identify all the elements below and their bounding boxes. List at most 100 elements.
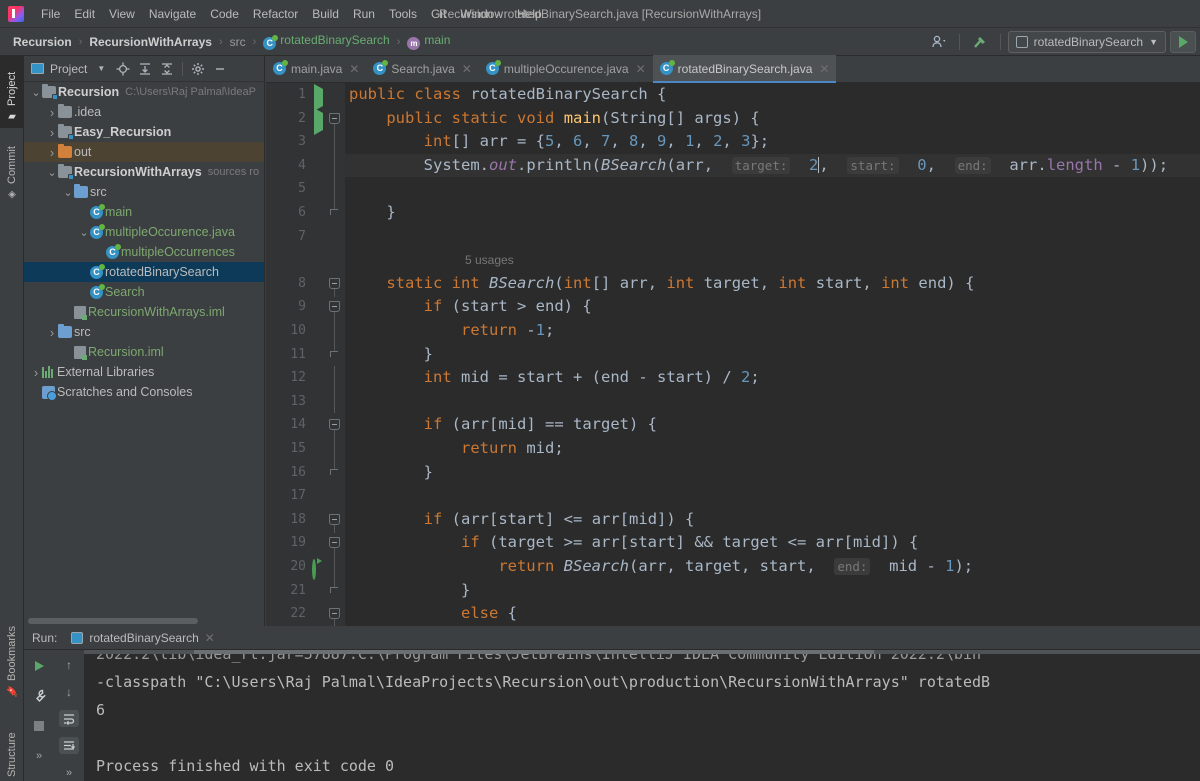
gear-icon[interactable] — [188, 59, 208, 79]
chevron-right-icon[interactable]: › — [46, 145, 58, 160]
hammer-icon[interactable] — [967, 31, 993, 53]
run-configuration-selector[interactable]: rotatedBinarySearch ▼ — [1007, 31, 1166, 53]
tree-item-main[interactable]: Cmain — [24, 202, 264, 222]
more-icon-right[interactable]: » — [59, 764, 79, 781]
console-top-scrollbar[interactable] — [84, 650, 1200, 654]
close-icon[interactable]: ✕ — [349, 62, 359, 76]
tree-item-src[interactable]: › src — [24, 322, 264, 342]
chevron-down-icon[interactable]: ⌄ — [62, 186, 74, 199]
soft-wrap-icon[interactable] — [59, 710, 79, 727]
code-line[interactable]: if (arr[start] <= arr[mid]) { — [345, 508, 1200, 532]
tree-item-out[interactable]: › out — [24, 142, 264, 162]
fold-end-icon[interactable] — [330, 209, 338, 215]
chevron-right-icon[interactable]: › — [46, 105, 58, 120]
breadcrumb-item-recursion[interactable]: Recursion — [10, 34, 75, 50]
chevron-down-icon[interactable]: ⌄ — [46, 166, 58, 179]
code-line[interactable] — [345, 225, 1200, 249]
code-line[interactable] — [345, 177, 1200, 201]
menu-item-view[interactable]: View — [102, 4, 142, 24]
close-icon[interactable]: ✕ — [205, 631, 215, 645]
fold-collapse-icon[interactable] — [329, 419, 340, 431]
fold-collapse-icon[interactable] — [329, 608, 340, 620]
code-editor[interactable]: 1234567891011121314151617181920212223 pu… — [266, 83, 1200, 626]
rerun-icon[interactable] — [29, 656, 49, 676]
breadcrumb-item-rotatedbinarysearch[interactable]: CrotatedBinarySearch — [260, 32, 392, 51]
account-icon[interactable] — [926, 31, 952, 53]
menu-item-file[interactable]: File — [34, 4, 67, 24]
code-line[interactable]: return mid; — [345, 437, 1200, 461]
print-icon[interactable] — [59, 737, 79, 754]
gutter-recursion-icon[interactable] — [312, 559, 328, 580]
chevron-right-icon[interactable]: › — [30, 365, 42, 380]
run-console-output[interactable]: 2022.2\lib\idea_rt.jar=57887:C:\Program … — [84, 650, 1200, 781]
menu-item-tools[interactable]: Tools — [382, 4, 424, 24]
close-icon[interactable]: ✕ — [819, 62, 829, 76]
code-line[interactable]: if (arr[mid] == target) { — [345, 413, 1200, 437]
scroll-down-icon[interactable]: ↓ — [59, 683, 79, 700]
chevron-down-icon[interactable]: ⌄ — [30, 86, 42, 99]
tree-item-recursionwitharrays-iml[interactable]: RecursionWithArrays.iml — [24, 302, 264, 322]
breadcrumb-item-main[interactable]: m main — [404, 32, 453, 51]
chevron-down-icon[interactable]: ▼ — [91, 59, 111, 79]
tree-item-external-libraries[interactable]: › External Libraries — [24, 362, 264, 382]
tree-item--idea[interactable]: › .idea — [24, 102, 264, 122]
fold-collapse-icon[interactable] — [329, 301, 340, 313]
sidebar-tab-commit[interactable]: ◈ Commit — [0, 134, 24, 206]
stop-icon[interactable] — [29, 716, 49, 736]
editor-code-area[interactable]: public class rotatedBinarySearch { publi… — [345, 83, 1200, 626]
close-icon[interactable]: ✕ — [636, 62, 646, 76]
minimize-icon[interactable] — [210, 59, 230, 79]
settings-wrench-icon[interactable] — [29, 686, 49, 706]
collapse-all-icon[interactable] — [157, 59, 177, 79]
menu-item-help[interactable]: Help — [510, 4, 549, 24]
menu-item-git[interactable]: Git — [424, 4, 453, 24]
fold-collapse-icon[interactable] — [329, 513, 340, 525]
editor-tab-main-java[interactable]: Cmain.java ✕ — [266, 55, 366, 82]
code-line[interactable]: } — [345, 461, 1200, 485]
code-line[interactable]: else { — [345, 602, 1200, 626]
tree-item-easy-recursion[interactable]: › Easy_Recursion — [24, 122, 264, 142]
chevron-right-icon[interactable]: › — [46, 325, 58, 340]
chevron-down-icon[interactable]: ⌄ — [78, 226, 90, 239]
editor-tab-rotatedbinarysearch-java[interactable]: CrotatedBinarySearch.java ✕ — [652, 55, 837, 83]
code-line[interactable]: System.out.println(BSearch(arr, target: … — [345, 153, 1200, 178]
fold-collapse-icon[interactable] — [329, 537, 340, 549]
code-line[interactable]: } — [345, 579, 1200, 603]
menu-item-refactor[interactable]: Refactor — [246, 4, 305, 24]
gutter-run-icon[interactable] — [314, 107, 330, 135]
code-line[interactable]: return -1; — [345, 319, 1200, 343]
code-line[interactable]: public class rotatedBinarySearch { — [345, 83, 1200, 107]
fold-collapse-icon[interactable] — [329, 112, 340, 124]
run-tab[interactable]: rotatedBinarySearch ✕ — [65, 629, 220, 647]
usages-hint[interactable]: 5 usages — [465, 253, 514, 267]
menu-item-navigate[interactable]: Navigate — [142, 4, 203, 24]
menu-item-window[interactable]: Window — [453, 4, 510, 24]
menu-item-run[interactable]: Run — [346, 4, 382, 24]
tree-item-multipleoccurrences[interactable]: CmultipleOccurrences — [24, 242, 264, 262]
scroll-up-icon[interactable]: ↑ — [59, 656, 79, 673]
tree-item-multipleoccurence-java[interactable]: ⌄ CmultipleOccurence.java — [24, 222, 264, 242]
code-line[interactable]: 5 usages — [345, 248, 1200, 272]
expand-all-icon[interactable] — [135, 59, 155, 79]
run-button[interactable] — [1170, 31, 1196, 53]
tree-item-recursion-iml[interactable]: Recursion.iml — [24, 342, 264, 362]
code-line[interactable]: int mid = start + (end - start) / 2; — [345, 366, 1200, 390]
sidebar-tab-structure[interactable]: ▞ Structure — [0, 708, 24, 781]
sidebar-tab-bookmarks[interactable]: 🔖 Bookmarks — [0, 614, 24, 704]
menu-item-code[interactable]: Code — [203, 4, 246, 24]
code-line[interactable]: if (start > end) { — [345, 295, 1200, 319]
project-tree[interactable]: ⌄ Recursion C:\Users\Raj Palmal\IdeaP › .ide… — [24, 82, 264, 614]
breadcrumb-item-src[interactable]: src — [227, 34, 249, 50]
tree-item-rotatedbinarysearch[interactable]: CrotatedBinarySearch — [24, 262, 264, 282]
menu-item-edit[interactable]: Edit — [67, 4, 102, 24]
code-line[interactable] — [345, 390, 1200, 414]
tree-item-recursionwitharrays[interactable]: ⌄ RecursionWithArrays sources ro — [24, 162, 264, 182]
gutter-run-icon[interactable] — [314, 84, 330, 111]
editor-gutter[interactable]: 1234567891011121314151617181920212223 — [266, 83, 345, 626]
more-icon-left[interactable]: » — [29, 746, 49, 766]
fold-end-icon[interactable] — [330, 468, 338, 475]
code-line[interactable]: int[] arr = {5, 6, 7, 8, 9, 1, 2, 3}; — [345, 130, 1200, 154]
fold-end-icon[interactable] — [330, 350, 338, 357]
tree-item-scratches-and-consoles[interactable]: Scratches and Consoles — [24, 382, 264, 402]
locate-icon[interactable] — [113, 59, 133, 79]
